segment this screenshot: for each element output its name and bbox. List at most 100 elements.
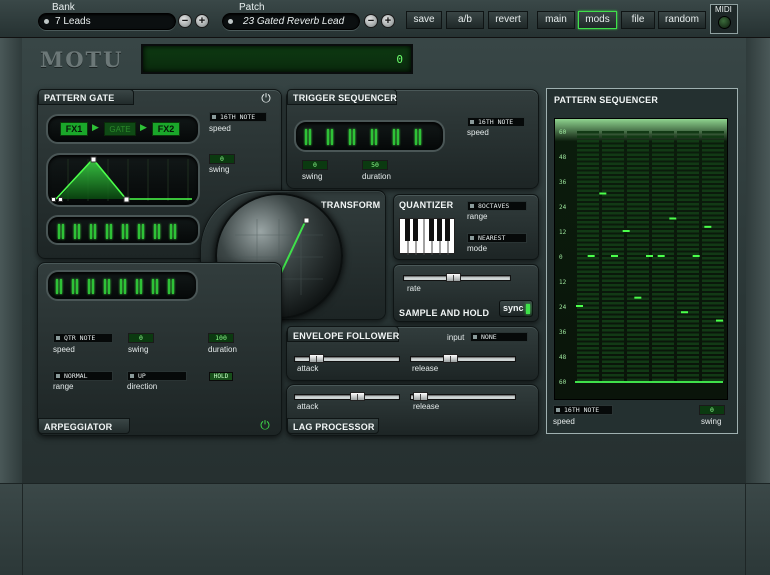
step-marker[interactable] <box>576 305 583 307</box>
trigger-speed-select[interactable]: 16TH NOTE <box>467 117 525 127</box>
step-marker[interactable] <box>681 311 688 314</box>
grid-cell <box>677 207 699 210</box>
grid-cell <box>627 216 649 219</box>
step-marker[interactable] <box>599 192 607 195</box>
arp-duration-label: duration <box>208 345 237 354</box>
lag-release-slider-thumb[interactable] <box>413 392 428 401</box>
grid-cell <box>602 356 624 359</box>
pattern-gate-power-icon[interactable]: ⏻ <box>260 92 272 104</box>
grid-cell <box>677 333 699 336</box>
lag-attack-slider[interactable] <box>294 392 400 401</box>
sh-rate-slider[interactable] <box>403 273 511 282</box>
lag-release-label: release <box>413 402 440 411</box>
grid-cell <box>677 347 699 350</box>
arp-range-select[interactable]: NORMAL <box>53 371 113 381</box>
sh-sync-button[interactable]: sync <box>499 300 533 317</box>
arp-direction-select[interactable]: UP <box>127 371 187 381</box>
grid-cell <box>602 185 624 188</box>
gate-envelope-display[interactable] <box>46 153 200 207</box>
tab-file[interactable]: file <box>621 11 655 29</box>
step-marker[interactable] <box>669 217 677 220</box>
step-led <box>92 279 94 294</box>
step-marker[interactable] <box>622 230 630 232</box>
grid-cell <box>702 185 724 188</box>
patch-value: 23 Gated Reverb Lead <box>243 16 345 27</box>
trigger-duration-label: duration <box>362 172 391 181</box>
grid-cell <box>652 248 674 251</box>
step-marker[interactable] <box>657 255 665 257</box>
fx1-button[interactable]: FX1 <box>60 122 88 136</box>
fx2-button[interactable]: FX2 <box>152 122 180 136</box>
patch-select[interactable]: 23 Gated Reverb Lead <box>222 13 360 30</box>
ef-attack-slider-thumb[interactable] <box>309 354 324 363</box>
step-led <box>62 224 64 239</box>
ab-button[interactable]: a/b <box>446 11 484 29</box>
grid-cell <box>652 288 674 291</box>
arpeggiator-power-icon[interactable]: ⏻ <box>259 419 271 431</box>
step-led <box>60 279 62 294</box>
grid-cell <box>652 360 674 363</box>
pattern-sequencer-grid[interactable]: 60 48 36 24 12 0 12 24 36 48 60 <box>554 118 728 400</box>
ef-input-select[interactable]: NONE <box>470 332 528 342</box>
grid-cell <box>602 140 624 143</box>
arp-duration-value[interactable]: 100 <box>208 333 234 343</box>
trigger-duration-value[interactable]: 50 <box>362 160 388 170</box>
gate-pattern-display[interactable] <box>46 215 200 245</box>
tab-main[interactable]: main <box>537 11 575 29</box>
ef-attack-slider[interactable] <box>294 354 400 363</box>
gate-button[interactable]: GATE <box>104 122 136 136</box>
tab-mods[interactable]: mods <box>578 11 617 29</box>
bank-select[interactable]: 7 Leads <box>38 13 176 30</box>
grid-cell <box>577 135 599 138</box>
grid-cell <box>652 306 674 309</box>
grid-cell <box>702 261 724 264</box>
trigger-swing-value[interactable]: 0 <box>302 160 328 170</box>
step-marker[interactable] <box>611 255 618 257</box>
quantizer-mode-select[interactable]: NEAREST <box>467 233 527 243</box>
grid-cell <box>577 198 599 201</box>
arp-hold-button[interactable]: HOLD <box>209 372 233 381</box>
tab-random[interactable]: random <box>658 11 706 29</box>
grid-cell <box>677 302 699 305</box>
bank-next-button[interactable]: + <box>195 14 209 28</box>
gate-swing-value[interactable]: 0 <box>209 154 235 164</box>
step-marker[interactable] <box>704 225 712 228</box>
pseq-speed-select[interactable]: 16TH NOTE <box>553 405 613 415</box>
grid-cell <box>702 135 724 138</box>
gate-speed-select[interactable]: 16TH NOTE <box>209 112 267 122</box>
envelope-handle[interactable] <box>51 197 56 202</box>
trigger-pattern-display[interactable] <box>294 120 445 152</box>
ef-release-slider-thumb[interactable] <box>443 354 458 363</box>
step-marker[interactable] <box>587 255 595 257</box>
patch-next-button[interactable]: + <box>381 14 395 28</box>
grid-cell <box>577 347 599 350</box>
grid-cell <box>702 302 724 305</box>
grid-cell <box>652 234 674 237</box>
grid-cell <box>677 378 699 381</box>
step-led <box>393 129 395 145</box>
step-marker[interactable] <box>646 255 653 257</box>
grid-cell <box>702 365 724 368</box>
grid-cell <box>627 342 649 345</box>
sh-rate-slider-thumb[interactable] <box>446 273 461 282</box>
envelope-handle[interactable] <box>58 197 63 202</box>
patch-prev-button[interactable]: − <box>364 14 378 28</box>
step-marker[interactable] <box>634 296 642 299</box>
ef-release-slider[interactable] <box>410 354 516 363</box>
step-led <box>349 129 351 145</box>
grid-cell <box>702 131 724 134</box>
grid-cell <box>702 194 724 197</box>
lag-release-slider[interactable] <box>410 392 516 401</box>
revert-button[interactable]: revert <box>488 11 528 29</box>
quantizer-range-select[interactable]: 8OCTAVES <box>467 201 527 211</box>
save-button[interactable]: save <box>406 11 442 29</box>
arp-speed-select[interactable]: QTR NOTE <box>53 333 113 343</box>
arp-swing-value[interactable]: 0 <box>128 333 154 343</box>
step-marker[interactable] <box>692 255 700 257</box>
pseq-swing-value[interactable]: 0 <box>699 405 725 415</box>
arp-pattern-display[interactable] <box>46 270 198 301</box>
bank-prev-button[interactable]: − <box>178 14 192 28</box>
grid-cell <box>677 149 699 152</box>
step-marker[interactable] <box>716 319 723 322</box>
lag-attack-slider-thumb[interactable] <box>350 392 365 401</box>
